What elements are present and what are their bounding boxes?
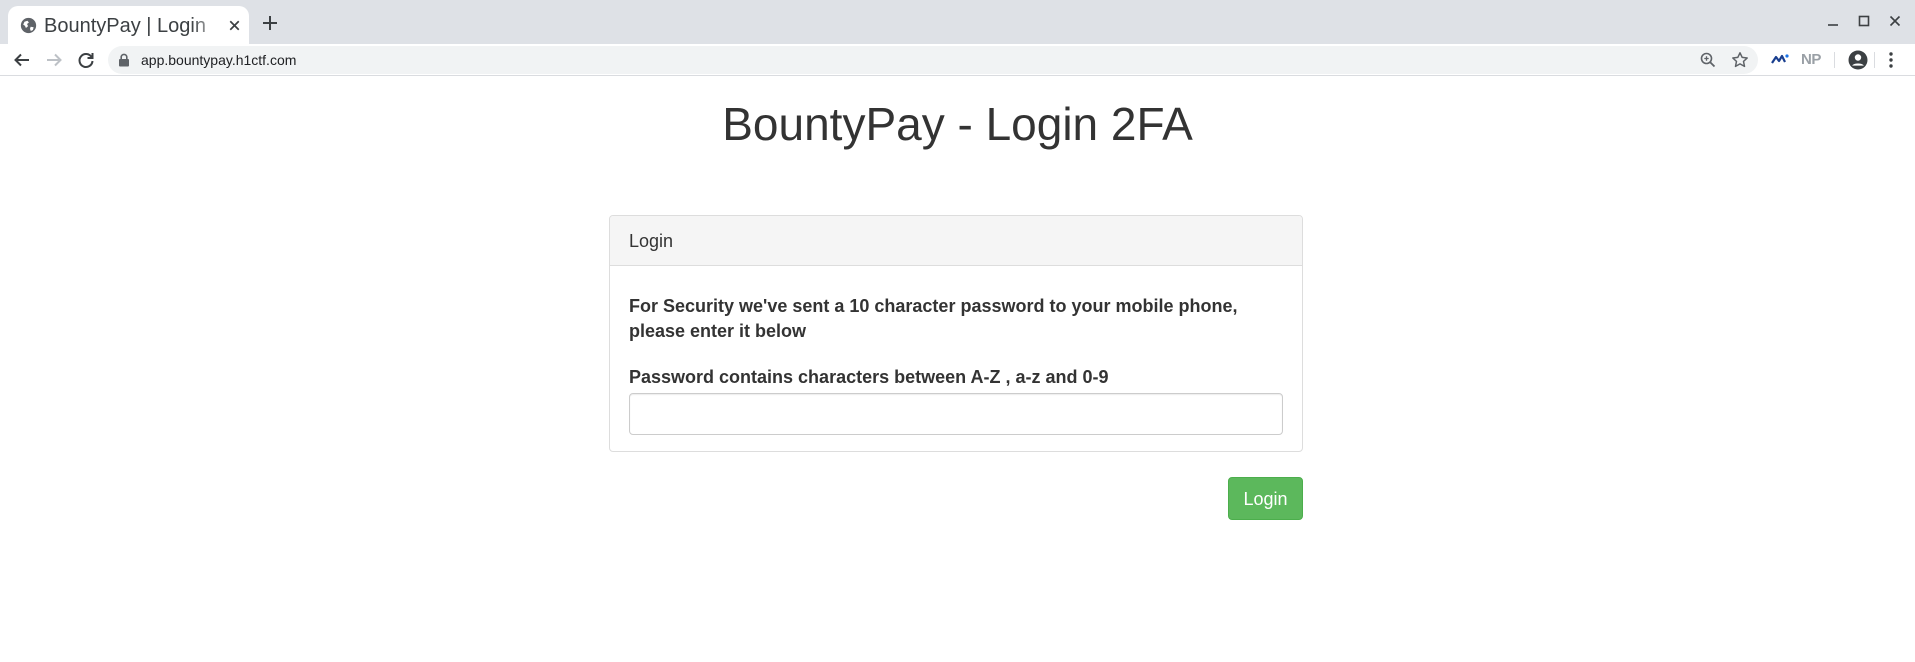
lock-icon[interactable] <box>118 53 130 67</box>
close-icon[interactable] <box>226 17 243 34</box>
login-button[interactable]: Login <box>1228 477 1303 520</box>
close-icon[interactable] <box>1884 10 1906 32</box>
np-extension-icon[interactable]: NP <box>1801 51 1821 69</box>
login-panel: Login For Security we've sent a 10 chara… <box>609 215 1303 452</box>
maximize-icon[interactable] <box>1853 10 1875 32</box>
url-text[interactable]: app.bountypay.h1ctf.com <box>141 52 296 68</box>
password-input[interactable] <box>629 393 1283 435</box>
page-content: BountyPay - Login 2FA Login For Security… <box>0 77 1915 662</box>
browser-tab-active[interactable]: BountyPay | Login <box>8 6 249 44</box>
reload-icon[interactable] <box>74 48 98 72</box>
minimize-icon[interactable] <box>1822 10 1844 32</box>
plus-icon[interactable] <box>259 12 281 34</box>
toolbar-divider <box>1874 52 1875 68</box>
zoom-icon[interactable] <box>1698 50 1718 70</box>
more-vertical-icon[interactable] <box>1879 48 1903 72</box>
address-bar[interactable]: app.bountypay.h1ctf.com <box>108 46 1758 74</box>
globe-icon <box>20 17 37 34</box>
tab-title: BountyPay | Login <box>44 15 206 37</box>
extension-icon[interactable] <box>1768 48 1792 72</box>
panel-heading-text: Login <box>629 231 674 251</box>
password-label: Password contains characters between A-Z… <box>629 367 1109 387</box>
browser-toolbar: app.bountypay.h1ctf.com NP <box>0 44 1915 76</box>
panel-heading: Login <box>610 216 1302 266</box>
security-message: For Security we've sent a 10 character p… <box>629 296 1238 341</box>
browser-tab-strip: BountyPay | Login <box>0 0 1915 44</box>
toolbar-divider <box>1834 52 1835 68</box>
forward-arrow-icon[interactable] <box>42 48 66 72</box>
star-icon[interactable] <box>1730 50 1750 70</box>
back-arrow-icon[interactable] <box>10 48 34 72</box>
page-title: BountyPay - Login 2FA <box>722 98 1193 150</box>
profile-icon[interactable] <box>1846 48 1870 72</box>
